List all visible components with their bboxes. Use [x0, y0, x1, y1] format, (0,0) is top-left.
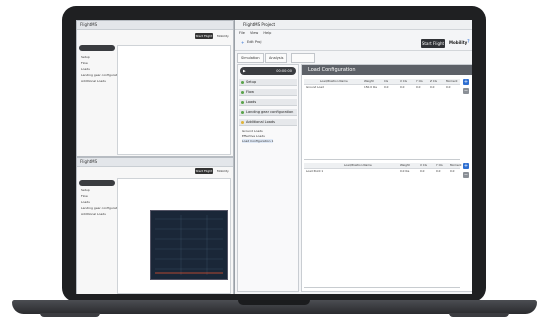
col-name: Load/Position Name [344, 163, 372, 167]
status-dot-icon [241, 91, 244, 94]
screen: FlightMS Start Flight Mobility Setup Flo… [76, 20, 472, 294]
start-flight-button[interactable]: Start Flight [195, 33, 213, 39]
nav-label: Additional Loads [246, 120, 275, 124]
status-dot-icon [241, 111, 244, 114]
nav-landing-gear[interactable]: Landing gear configuration [239, 109, 297, 116]
tab-extra[interactable] [291, 53, 315, 63]
main-window: FlightMS Project File View Help + Edit P… [234, 20, 472, 294]
cell: 0.0 [436, 169, 441, 173]
tab-simulation[interactable]: Simulation [237, 53, 264, 63]
laptop-foot-right [449, 313, 509, 317]
menu-view[interactable]: View [250, 31, 258, 35]
col-weight: Weight [400, 163, 410, 167]
laptop-notch [238, 300, 310, 305]
col-xcg: X CG [400, 79, 407, 83]
col-ycg: Y CG [436, 163, 443, 167]
cell: 0.0 lbs [400, 169, 410, 173]
sub-effective-loads[interactable]: Effective Loads [242, 134, 265, 138]
start-flight-button[interactable]: Start Flight [421, 39, 445, 48]
col-weight: Weight [364, 79, 374, 83]
toolbar: + Edit Proj Start Flight Mobility ? [235, 36, 472, 51]
cell: 0.0 [420, 169, 425, 173]
cell: Load Point 1 [306, 169, 324, 173]
timer-value: 00:00:00 [276, 69, 292, 73]
sub-load-configuration[interactable]: Load Configuration 1 [242, 139, 274, 143]
laptop-foot-left [40, 313, 100, 317]
nav-loads[interactable]: Loads [239, 99, 297, 106]
nav-flow[interactable]: Flow [81, 194, 88, 198]
plus-icon: + [241, 40, 245, 45]
content-pane [117, 45, 231, 155]
cell: Ground Load [306, 85, 324, 89]
nav-setup[interactable]: Setup [239, 79, 297, 86]
nav-loads[interactable]: Loads [81, 67, 90, 71]
window-title: FlightMS [77, 158, 233, 167]
remove-icon[interactable]: − [463, 172, 469, 178]
remove-icon[interactable]: − [463, 88, 469, 94]
cell: 0.0 [430, 85, 435, 89]
col-moment: Moment [446, 79, 458, 83]
nav-landing-gear[interactable]: Landing gear configuration [81, 73, 122, 77]
panel-title: Load Configuration [302, 65, 472, 75]
sub-ground-loads[interactable]: Ground Loads [242, 129, 263, 133]
cell: 0.0 [400, 85, 405, 89]
nav-label: Setup [246, 80, 257, 84]
add-icon[interactable]: + [463, 163, 469, 169]
content-panel: Load Configuration Load/Position Name We… [301, 64, 472, 292]
nav-loads[interactable]: Loads [81, 200, 90, 204]
tab-analysis[interactable]: Analysis [265, 53, 288, 63]
nav-setup[interactable]: Setup [81, 55, 90, 59]
timer-pill [79, 180, 115, 186]
window-top-left: FlightMS Start Flight Mobility Setup Flo… [76, 20, 234, 157]
timer-display: ▶ 00:00:00 [240, 67, 296, 75]
col-zcg: Z CG [430, 79, 437, 83]
navigation-panel: ▶ 00:00:00 Setup Flow Loads Landing gear… [237, 64, 299, 292]
col-xcg: X CG [420, 163, 427, 167]
point-table: Load/Position Name Weight X CG Y CG Mome… [304, 163, 462, 288]
nav-label: Flow [246, 90, 254, 94]
cell: 0.0 [446, 85, 451, 89]
cell: 0.0 [416, 85, 421, 89]
status-dot-icon [241, 121, 244, 124]
mobility-label: Mobility [217, 169, 229, 173]
window-title: FlightMS [77, 21, 233, 30]
telemetry-chart [150, 210, 228, 280]
status-dot-icon [241, 101, 244, 104]
col-ycg: Y CG [416, 79, 423, 83]
main-window-title: FlightMS Project [235, 20, 472, 30]
nav-additional-loads[interactable]: Additional Loads [239, 119, 297, 126]
col-name: Load/Position Name [320, 79, 348, 83]
menu-help[interactable]: Help [263, 31, 271, 35]
cell: 0.0 [384, 85, 389, 89]
table-row[interactable]: Ground Load 150.0 lbs 0.0 0.0 0.0 0.0 0.… [304, 85, 460, 90]
nav-flow[interactable]: Flow [239, 89, 297, 96]
nav-flow[interactable]: Flow [81, 61, 88, 65]
nav-label: Loads [246, 100, 257, 104]
col-cg: CG [384, 79, 389, 83]
mobility-label: Mobility [449, 40, 468, 45]
load-table: Load/Position Name Weight CG X CG Y CG Z… [304, 79, 460, 160]
tab-bar: Simulation Analysis [235, 51, 472, 63]
cell: 150.0 lbs [364, 85, 377, 89]
table-row[interactable]: Load Point 1 0.0 lbs 0.0 0.0 0.0 [304, 169, 460, 174]
play-icon[interactable]: ▶ [243, 67, 246, 75]
menu-file[interactable]: File [239, 31, 245, 35]
status-dot-icon [241, 81, 244, 84]
add-icon[interactable]: + [463, 79, 469, 85]
nav-additional-loads[interactable]: Additional Loads [81, 212, 106, 216]
edit-project-link[interactable]: Edit Proj [247, 40, 261, 44]
help-icon[interactable]: ? [467, 39, 470, 45]
start-flight-button[interactable]: Start Flight [195, 168, 213, 174]
timer-pill [79, 45, 115, 51]
mobility-label: Mobility [217, 34, 229, 38]
cell: 0.0 [450, 169, 455, 173]
nav-additional-loads[interactable]: Additional Loads [81, 79, 106, 83]
nav-label: Landing gear configuration [246, 110, 294, 114]
nav-setup[interactable]: Setup [81, 188, 90, 192]
nav-landing-gear[interactable]: Landing gear configuration [81, 206, 122, 210]
col-moment: Moment [450, 163, 462, 167]
